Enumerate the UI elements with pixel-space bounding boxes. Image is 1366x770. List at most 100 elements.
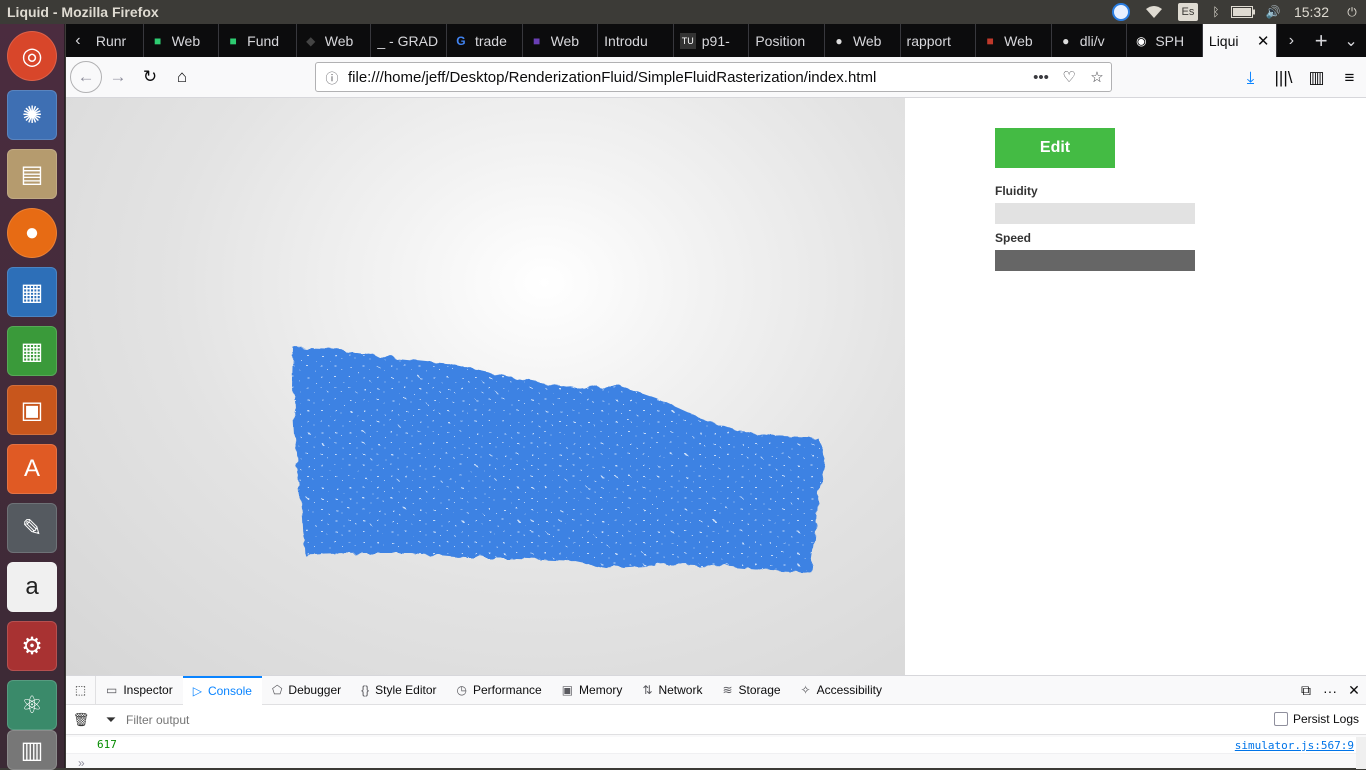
tab[interactable]: Position (749, 24, 825, 57)
tab[interactable]: ■ Web (523, 24, 599, 57)
unity-launcher: ◎ ✺ ▤ ● ▦ ▦ ▣ A ✎ a ⚙ ⚛ ▥ (0, 24, 65, 770)
console-source-link[interactable]: simulator.js:567:9 (1235, 739, 1354, 752)
amazon-icon[interactable]: a (7, 562, 57, 612)
debugger-icon: ⬠ (271, 683, 283, 697)
devtools-tab-style-editor[interactable]: {} Style Editor (351, 676, 446, 705)
app-swirl-icon[interactable]: ✺ (7, 90, 57, 140)
volume-icon[interactable]: 🔊 (1260, 0, 1286, 24)
control-panel: Edit Fluidity Speed (905, 98, 1366, 675)
fluidity-slider[interactable] (995, 203, 1195, 224)
libreoffice-impress-icon[interactable]: ▣ (7, 385, 57, 435)
bookmark-star-icon[interactable]: ☆ (1083, 68, 1111, 86)
menu-icon[interactable]: ≡ (1333, 62, 1366, 94)
tab-favicon-icon: ◉ (1136, 33, 1147, 48)
power-icon[interactable]: ⏻ (1338, 0, 1366, 24)
tab-scroll-right-icon[interactable]: › (1277, 24, 1307, 57)
devtools-tab-network[interactable]: ⇅ Network (632, 676, 712, 705)
persist-logs-option[interactable]: Persist Logs (1273, 712, 1359, 726)
tab[interactable]: ■ Web (144, 24, 220, 57)
tab-favicon-icon: ■ (986, 33, 994, 48)
page-content: Edit Fluidity Speed (66, 98, 1366, 675)
persist-logs-checkbox[interactable] (1273, 712, 1288, 726)
devtools-tab-memory[interactable]: ▣ Memory (552, 676, 633, 705)
site-info-icon[interactable]: ⓘ (316, 68, 348, 87)
url-bar[interactable]: ⓘ file:///home/jeff/Desktop/Renderizatio… (315, 62, 1112, 92)
tab[interactable]: Gtrade (447, 24, 523, 57)
network-icon: ⇅ (642, 683, 653, 697)
page-actions-icon[interactable]: ••• (1027, 69, 1055, 86)
devtools-tab-inspector[interactable]: ▭ Inspector (96, 676, 183, 705)
url-text[interactable]: file:///home/jeff/Desktop/RenderizationF… (348, 69, 1027, 86)
close-tab-icon[interactable]: ✕ (1257, 32, 1270, 50)
console-scrollbar[interactable] (1356, 737, 1366, 769)
nav-bar: ← → ↻ ⌂ ⓘ file:///home/jeff/Desktop/Rend… (66, 57, 1366, 98)
reload-button[interactable]: ↻ (134, 61, 166, 93)
downloads-icon[interactable]: ⤓ (1234, 62, 1267, 94)
tab[interactable]: ● dli/v (1052, 24, 1128, 57)
devtools-tab-debugger[interactable]: ⬠ Debugger (262, 676, 351, 705)
fluid-canvas[interactable] (66, 98, 905, 675)
tab[interactable]: rapport (901, 24, 977, 57)
tab-favicon-icon: ■ (229, 33, 237, 48)
home-button[interactable]: ⌂ (166, 61, 198, 93)
filter-icon: ⏷ (105, 711, 117, 727)
devtools-panel: ⬚ ▭ Inspector ▷ Console ⬠ Debugger {} Style … (66, 675, 1366, 770)
tab-scroll-left-icon[interactable]: ‹ (66, 24, 90, 57)
files-icon[interactable]: ▤ (7, 149, 57, 199)
tab[interactable]: ■ Web (976, 24, 1052, 57)
devtools-tab-accessibility[interactable]: ✧ Accessibility (791, 676, 892, 705)
back-button[interactable]: ← (70, 61, 102, 93)
edit-button[interactable]: Edit (995, 128, 1115, 168)
clock[interactable]: 15:32 (1286, 0, 1338, 24)
devtools-tab-console[interactable]: ▷ Console (182, 675, 262, 705)
tab-active[interactable]: Liqui ✕ (1202, 24, 1277, 57)
libreoffice-calc-icon[interactable]: ▦ (7, 326, 57, 376)
console-filter-bar: 🗑 ⏷ (66, 705, 1366, 735)
keyboard-layout-indicator[interactable]: Es (1177, 3, 1198, 21)
ubuntu-software-icon[interactable]: A (7, 444, 57, 494)
devtools-tab-performance[interactable]: ◷ Performance (447, 676, 552, 705)
tab[interactable]: ◉ SPH (1127, 24, 1203, 57)
element-picker-icon[interactable]: ⬚ (66, 675, 96, 705)
devtools-tab-storage[interactable]: ≋ Storage (712, 676, 790, 705)
firefox-icon[interactable]: ● (7, 208, 57, 258)
clear-console-icon[interactable]: 🗑 (66, 712, 96, 728)
tab[interactable]: ■ Fund (219, 24, 297, 57)
wifi-icon[interactable] (1138, 0, 1170, 24)
github-icon: ● (1062, 33, 1070, 48)
tab[interactable]: ● Web (825, 24, 901, 57)
trash-icon[interactable]: ▥ (7, 730, 57, 770)
system-settings-icon[interactable]: ⚙ (7, 621, 57, 671)
all-tabs-icon[interactable]: ⌄ (1336, 24, 1366, 57)
battery-icon[interactable] (1226, 0, 1260, 24)
forward-button[interactable]: → (102, 61, 134, 93)
tab[interactable]: TU p91- (674, 24, 750, 57)
fluid-body (293, 348, 826, 572)
ubuntu-dash-icon[interactable]: ◎ (7, 31, 57, 81)
more-options-icon[interactable]: ··· (1318, 683, 1342, 699)
window-title: Liquid - Mozilla Firefox (7, 4, 159, 20)
teamviewer-icon[interactable] (1110, 0, 1132, 24)
accessibility-icon: ✧ (800, 683, 811, 697)
persist-logs-label: Persist Logs (1292, 712, 1359, 726)
new-tab-icon[interactable]: + (1306, 24, 1336, 57)
pocket-icon[interactable]: ♡ (1055, 68, 1083, 86)
system-top-bar: Liquid - Mozilla Firefox Es ᛒ 🔊 15:32 ⏻ (0, 0, 1366, 24)
libreoffice-writer-icon[interactable]: ▦ (7, 267, 57, 317)
tab[interactable]: Runr (90, 24, 144, 57)
atom-icon[interactable]: ⚛ (7, 680, 57, 730)
console-icon: ▷ (192, 684, 202, 698)
close-devtools-icon[interactable]: ✕ (1342, 682, 1366, 699)
text-editor-icon[interactable]: ✎ (7, 503, 57, 553)
bluetooth-icon[interactable]: ᛒ (1206, 0, 1226, 24)
filter-output-input[interactable] (126, 706, 426, 733)
inspector-icon: ▭ (106, 683, 118, 697)
sidebar-icon[interactable]: ▥ (1300, 62, 1333, 94)
library-icon[interactable]: |||\ (1267, 62, 1300, 94)
tab[interactable]: ◆ Web (297, 24, 372, 57)
speed-slider[interactable] (995, 250, 1195, 271)
dock-options-icon[interactable]: ⧉ (1294, 682, 1318, 699)
speed-slider-fill (995, 250, 1195, 271)
tab[interactable]: Introdu (598, 24, 674, 57)
tab[interactable]: _ - GRAD (371, 24, 447, 57)
